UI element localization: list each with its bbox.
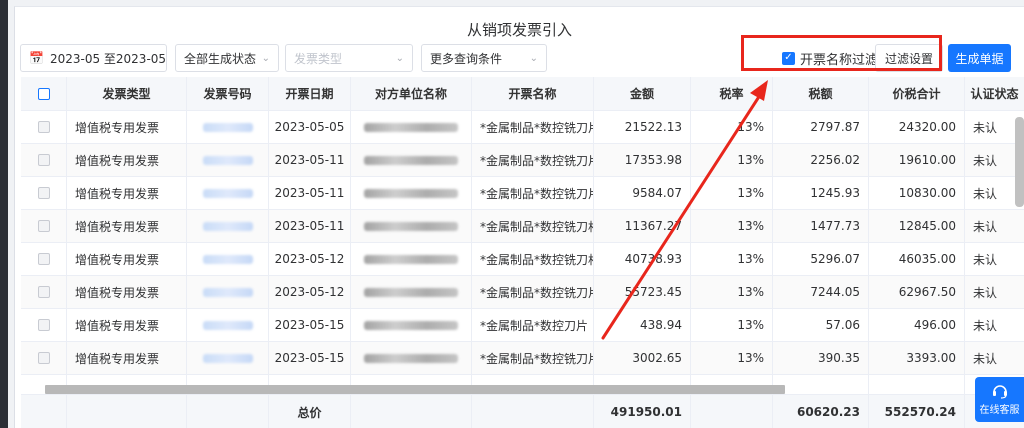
- annotation-arrow: [601, 80, 768, 340]
- headset-icon: [992, 385, 1007, 399]
- online-service-label: 在线客服: [979, 405, 1020, 416]
- online-service-button[interactable]: 在线客服: [975, 377, 1024, 422]
